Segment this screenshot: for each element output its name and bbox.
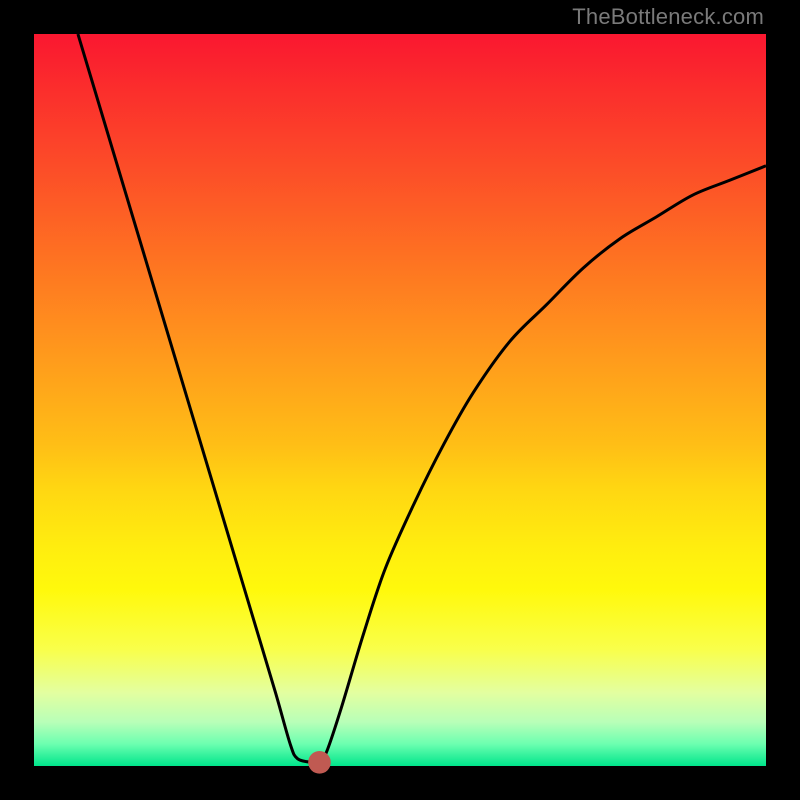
chart-frame: TheBottleneck.com	[0, 0, 800, 800]
plot-area	[34, 34, 766, 766]
curve-minimum-marker	[308, 751, 331, 774]
bottleneck-curve	[34, 34, 766, 766]
curve-path	[78, 34, 766, 763]
watermark-text: TheBottleneck.com	[572, 4, 764, 30]
